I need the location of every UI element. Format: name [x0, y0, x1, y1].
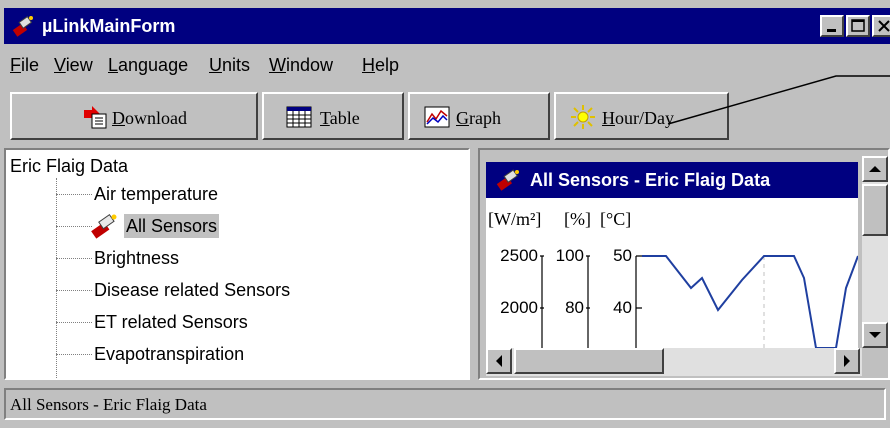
hour-day-button[interactable]: Hour/Day	[554, 92, 729, 140]
arrow-right-icon	[844, 355, 850, 367]
menu-units[interactable]: Units	[209, 53, 250, 77]
minimize-icon	[827, 29, 836, 32]
scroll-left-button[interactable]	[486, 348, 512, 374]
toolbar: Download Table Graph Hour/Day	[0, 92, 890, 144]
tree-connector	[56, 354, 92, 355]
table-icon	[286, 106, 312, 128]
chart-axes	[540, 255, 858, 348]
status-field: All Sensors - Eric Flaig Data	[4, 388, 886, 420]
app-sensor-icon	[496, 169, 519, 191]
tree-item-et-related-sensors[interactable]: ET related Sensors	[94, 310, 248, 334]
child-title-bar[interactable]: All Sensors - Eric Flaig Data	[486, 162, 858, 198]
sun-icon	[571, 105, 595, 129]
sensor-tree-view[interactable]: Eric Flaig Data Air temperature All Sens…	[4, 148, 470, 380]
tree-item-air-temperature[interactable]: Air temperature	[94, 182, 218, 206]
maximize-icon	[851, 19, 865, 32]
status-text: All Sensors - Eric Flaig Data	[10, 395, 207, 414]
scroll-down-button[interactable]	[862, 322, 888, 348]
horizontal-scroll-thumb[interactable]	[514, 348, 664, 374]
graph-icon	[424, 106, 450, 128]
close-icon	[878, 20, 890, 32]
tree-item-brightness[interactable]: Brightness	[94, 246, 179, 270]
tree-item-all-sensors[interactable]: All Sensors	[124, 214, 220, 238]
table-button[interactable]: Table	[262, 92, 404, 140]
temperature-series-line	[642, 255, 858, 348]
status-bar: All Sensors - Eric Flaig Data	[0, 384, 890, 424]
tree-item-disease-related-sensors[interactable]: Disease related Sensors	[94, 278, 290, 302]
tree-connector	[56, 194, 92, 195]
close-button[interactable]	[872, 15, 890, 37]
tree-connector	[56, 226, 92, 227]
arrow-up-icon	[869, 166, 881, 172]
menu-window[interactable]: Window	[269, 53, 333, 77]
menu-view[interactable]: View	[54, 53, 93, 77]
application-window: µLinkMainForm File View Language Units W…	[0, 0, 890, 428]
scroll-right-button[interactable]	[834, 348, 860, 374]
tree-connector	[56, 322, 92, 323]
sensor-chart-area: [W/m²] [%] [°C] 2500 2000 100 80 50 40	[486, 198, 858, 348]
sensor-device-icon	[91, 214, 117, 239]
horizontal-scrollbar[interactable]	[486, 348, 862, 376]
download-icon	[84, 106, 107, 129]
axis-percent	[586, 255, 590, 348]
tree-connector	[56, 258, 92, 259]
menu-help[interactable]: Help	[362, 53, 399, 77]
vertical-scrollbar[interactable]	[862, 156, 888, 348]
tree-root-label[interactable]: Eric Flaig Data	[10, 154, 128, 178]
tree-connector	[56, 178, 57, 378]
minimize-button[interactable]	[820, 15, 844, 37]
vertical-scroll-thumb[interactable]	[862, 184, 888, 236]
window-title: µLinkMainForm	[42, 16, 176, 36]
app-sensor-icon	[12, 15, 33, 37]
tree-item-evapotranspiration[interactable]: Evapotranspiration	[94, 342, 244, 366]
child-window-title: All Sensors - Eric Flaig Data	[530, 170, 771, 190]
graph-button[interactable]: Graph	[408, 92, 550, 140]
download-button[interactable]: Download	[10, 92, 258, 140]
scroll-up-button[interactable]	[862, 156, 888, 182]
menu-language[interactable]: Language	[108, 53, 188, 77]
arrow-down-icon	[869, 332, 881, 338]
menu-file[interactable]: File	[10, 53, 39, 77]
title-bar[interactable]: µLinkMainForm	[4, 8, 890, 44]
axis-celsius	[635, 255, 642, 348]
all-sensors-child-window: All Sensors - Eric Flaig Data [W/m²] [%]…	[478, 148, 890, 380]
maximize-button[interactable]	[846, 15, 870, 37]
tree-connector	[56, 290, 92, 291]
axis-w-m2	[540, 255, 544, 348]
arrow-left-icon	[496, 355, 502, 367]
